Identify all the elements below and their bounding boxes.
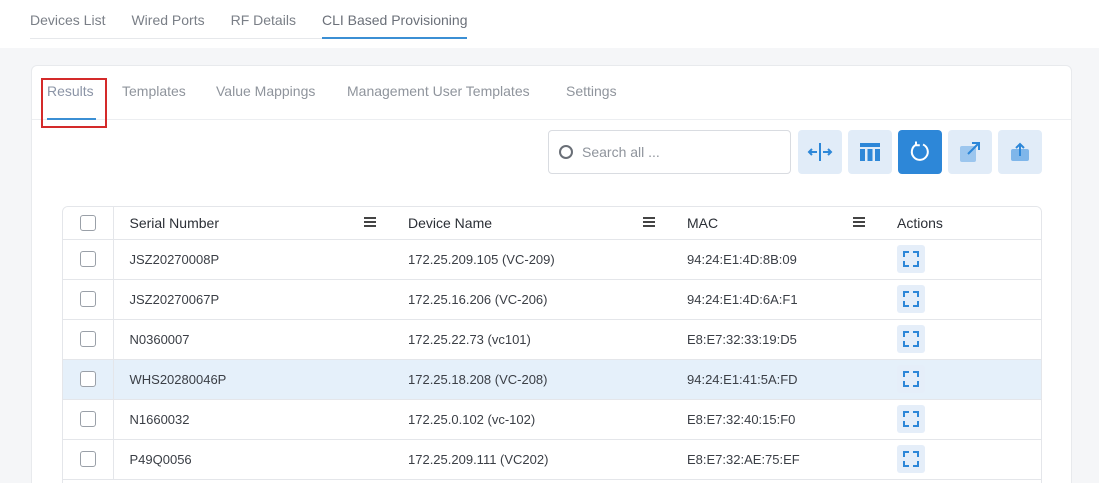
mac-cell: E8:E7:32:40:15:F0 [671, 399, 881, 440]
row-checkbox[interactable] [79, 331, 96, 348]
table-body: JSZ20270008P 172.25.209.105 (VC-209) 94:24… [63, 239, 1041, 480]
serial-number-cell: JSZ20270067P [113, 279, 392, 320]
device-name-cell: 172.25.209.105 (VC-209) [392, 239, 671, 280]
refresh-icon [910, 141, 929, 161]
row-select-cell [63, 359, 114, 400]
open-external-icon [960, 142, 980, 162]
row-select-cell [63, 399, 114, 440]
device-name-cell: 172.25.0.102 (vc-102) [392, 399, 671, 440]
row-select-cell [63, 279, 114, 320]
actions-cell [881, 359, 1041, 400]
serial-number-cell: N0360007 [113, 319, 392, 360]
main-panel: Results Templates Value Mappings Managem… [31, 65, 1072, 483]
header-actions: Actions [881, 207, 1041, 240]
mac-cell: 94:24:E1:4D:8B:09 [671, 239, 881, 280]
columns-button[interactable] [848, 130, 892, 174]
column-menu-icon[interactable] [853, 217, 865, 227]
search-box[interactable] [548, 130, 791, 174]
header-mac-label: MAC [687, 214, 719, 231]
sub-tab-bar: Results Templates Value Mappings Managem… [32, 66, 1071, 128]
table-header-row: Serial Number Device Name MAC Actions [63, 207, 1041, 240]
table-row[interactable]: JSZ20270008P 172.25.209.105 (VC-209) 94:24… [63, 239, 1041, 280]
subtab-templates[interactable]: Templates [122, 83, 186, 99]
table-row[interactable]: WHS20280046P 172.25.18.208 (VC-208) 94:24:… [63, 359, 1041, 400]
table-row[interactable]: N0360007 172.25.22.73 (vc101) E8:E7:32:33:… [63, 319, 1041, 360]
actions-cell [881, 399, 1041, 440]
actions-cell [881, 439, 1041, 480]
select-all-checkbox[interactable] [79, 215, 96, 232]
results-table: Serial Number Device Name MAC Actions JS… [62, 206, 1042, 483]
fullscreen-action-button[interactable] [897, 245, 925, 273]
select-all-cell [63, 207, 114, 240]
fullscreen-action-button[interactable] [897, 445, 925, 473]
row-checkbox[interactable] [79, 451, 96, 468]
row-checkbox[interactable] [79, 291, 96, 308]
upload-button[interactable] [998, 130, 1042, 174]
fullscreen-action-button[interactable] [897, 325, 925, 353]
table-row[interactable]: P49Q0056 172.25.209.111 (VC202) E8:E7:32:A… [63, 439, 1041, 480]
actions-cell [881, 239, 1041, 280]
device-name-cell: 172.25.22.73 (vc101) [392, 319, 671, 360]
subtab-settings[interactable]: Settings [566, 83, 617, 99]
top-nav: Devices List Wired Ports RF Details CLI … [0, 0, 1099, 48]
row-checkbox[interactable] [79, 251, 96, 268]
table-row[interactable]: JSZ20270067P 172.25.16.206 (VC-206) 94:24:… [63, 279, 1041, 320]
mac-cell: E8:E7:32:33:19:D5 [671, 319, 881, 360]
device-name-cell: 172.25.18.208 (VC-208) [392, 359, 671, 400]
table-row[interactable]: N1660032 172.25.0.102 (vc-102) E8:E7:32:40… [63, 399, 1041, 440]
row-select-cell [63, 319, 114, 360]
column-menu-icon[interactable] [364, 217, 376, 227]
tab-rf-details[interactable]: RF Details [231, 0, 296, 38]
serial-number-cell: WHS20280046P [113, 359, 392, 400]
fullscreen-action-button[interactable] [897, 405, 925, 433]
header-serial-label: Serial Number [129, 214, 219, 231]
fullscreen-action-button[interactable] [897, 365, 925, 393]
actions-cell [881, 319, 1041, 360]
tab-cli-based-provisioning[interactable]: CLI Based Provisioning [321, 0, 468, 39]
serial-number-cell: JSZ20270008P [113, 239, 392, 280]
serial-number-cell: P49Q0056 [113, 439, 392, 480]
header-device-label: Device Name [408, 214, 493, 231]
tab-wired-ports[interactable]: Wired Ports [131, 0, 204, 38]
search-icon [559, 145, 573, 159]
mac-cell: 94:24:E1:41:5A:FD [671, 359, 881, 400]
highlight-annotation [41, 78, 107, 128]
device-name-cell: 172.25.16.206 (VC-206) [392, 279, 671, 320]
header-device-name[interactable]: Device Name [392, 207, 671, 240]
header-serial-number[interactable]: Serial Number [113, 207, 392, 240]
upload-icon [1011, 142, 1029, 161]
device-name-cell: 172.25.209.111 (VC202) [392, 439, 671, 480]
expand-columns-icon [807, 143, 833, 161]
row-checkbox[interactable] [79, 371, 96, 388]
row-checkbox[interactable] [79, 411, 96, 428]
refresh-button[interactable] [898, 130, 942, 174]
top-tab-bar: Devices List Wired Ports RF Details CLI … [30, 0, 468, 39]
actions-cell [881, 279, 1041, 320]
column-menu-icon[interactable] [643, 217, 655, 227]
subtab-value-mappings[interactable]: Value Mappings [216, 83, 315, 99]
row-select-cell [63, 439, 114, 480]
open-external-button[interactable] [948, 130, 992, 174]
expand-columns-button[interactable] [798, 130, 842, 174]
subtab-management-user-templates[interactable]: Management User Templates [347, 83, 530, 99]
mac-cell: E8:E7:32:AE:75:EF [671, 439, 881, 480]
header-mac[interactable]: MAC [671, 207, 881, 240]
fullscreen-action-button[interactable] [897, 285, 925, 313]
serial-number-cell: N1660032 [113, 399, 392, 440]
row-select-cell [63, 239, 114, 280]
tab-devices-list[interactable]: Devices List [30, 0, 105, 38]
columns-icon [860, 143, 880, 161]
mac-cell: 94:24:E1:4D:6A:F1 [671, 279, 881, 320]
search-input[interactable] [582, 144, 782, 160]
